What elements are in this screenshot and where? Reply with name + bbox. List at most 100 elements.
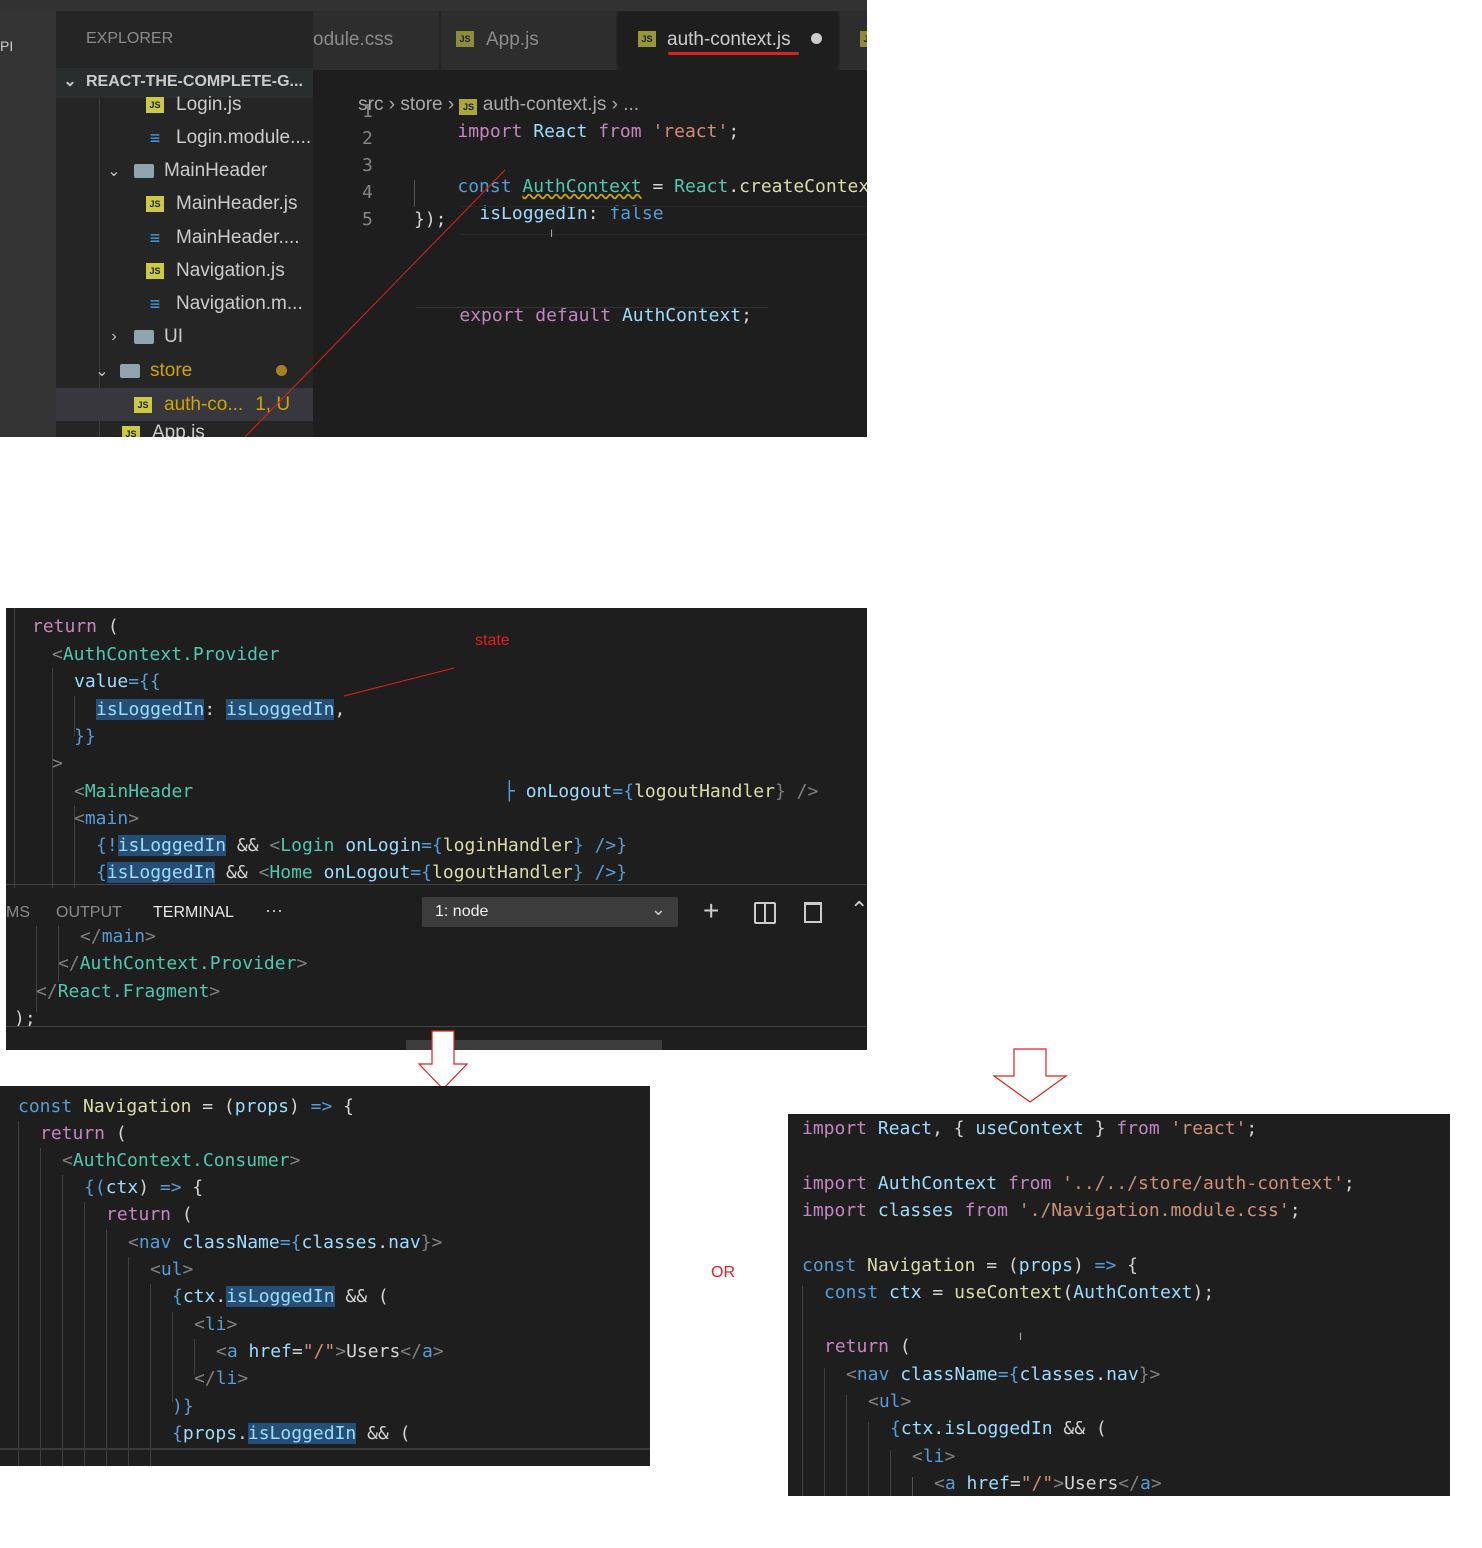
code-line: import AuthContext from '../../store/aut… xyxy=(802,1173,1355,1194)
new-terminal-plus-icon[interactable]: + xyxy=(703,897,719,925)
code-line: </li> xyxy=(194,1368,248,1389)
code-token: "/" xyxy=(1020,1473,1054,1494)
code-token: nav xyxy=(138,1232,172,1253)
panel-tab-terminal[interactable]: TERMINAL xyxy=(153,904,234,922)
code-token: AuthContext xyxy=(877,1173,998,1194)
code-token: props xyxy=(234,1096,289,1117)
code-line: <nav className={classes.nav}> xyxy=(128,1232,442,1253)
code-token: ( xyxy=(105,1123,127,1144)
code-token: a xyxy=(1139,1473,1151,1494)
indent-guide xyxy=(802,1286,803,1496)
more-actions-icon[interactable]: ··· xyxy=(265,900,283,921)
terminal-select-value: 1: node xyxy=(435,903,489,920)
indent-guide xyxy=(172,1312,173,1402)
code-token: > xyxy=(1053,1473,1065,1494)
code-token: ) xyxy=(1072,1255,1095,1276)
panel-tab-problems[interactable]: MS xyxy=(6,904,30,922)
panel-divider xyxy=(6,1026,867,1027)
code-token: const xyxy=(18,1096,73,1117)
indent-guide xyxy=(150,1284,151,1466)
code-token: . xyxy=(1095,1364,1107,1385)
code-token: from xyxy=(964,1200,1008,1221)
indent-guide xyxy=(824,1368,825,1496)
code-token: ) xyxy=(138,1177,160,1198)
code-token: ctx xyxy=(889,1282,922,1303)
split-terminal-icon[interactable] xyxy=(754,902,776,924)
code-token: isLoggedIn xyxy=(247,1423,357,1444)
code-token: </ xyxy=(194,1368,216,1389)
code-token: && ( xyxy=(356,1423,411,1444)
code-token: li xyxy=(204,1314,227,1335)
code-token: const xyxy=(802,1255,857,1276)
code-token: < xyxy=(62,1150,73,1171)
code-token: props xyxy=(1018,1255,1073,1276)
code-token: ( xyxy=(1062,1282,1074,1303)
code-line: {(ctx) => { xyxy=(84,1177,203,1198)
indent-guide xyxy=(846,1395,847,1496)
code-token: < xyxy=(934,1473,945,1494)
code-token: > xyxy=(226,1314,238,1335)
code-token: && ( xyxy=(334,1286,389,1307)
code-line: )} xyxy=(172,1396,194,1417)
code-line: <AuthContext.Consumer> xyxy=(62,1150,300,1171)
code-token: isLoggedIn xyxy=(944,1418,1053,1439)
code-token: useContext xyxy=(954,1282,1063,1303)
code-token: className xyxy=(182,1232,280,1253)
code-token: } xyxy=(1083,1118,1117,1139)
code-token: import xyxy=(802,1118,868,1139)
or-label: OR xyxy=(711,1264,735,1281)
code-line: {props.isLoggedIn && ( xyxy=(172,1423,410,1444)
code-token: Users xyxy=(346,1341,401,1362)
code-token: = ( xyxy=(975,1255,1019,1276)
code-line: </main> xyxy=(80,926,156,947)
code-token: return xyxy=(40,1123,106,1144)
code-token: 'react' xyxy=(1170,1118,1247,1139)
chevron-up-icon[interactable]: ⌃ xyxy=(850,897,867,923)
panel-divider xyxy=(6,884,867,885)
code-token: > xyxy=(296,953,308,974)
code-line: return ( xyxy=(824,1336,911,1357)
trash-icon[interactable] xyxy=(804,902,822,923)
code-token: { xyxy=(332,1096,355,1117)
code-token: { xyxy=(172,1286,183,1307)
code-line: const ctx = useContext(AuthContext); xyxy=(824,1282,1214,1303)
code-line: <a href="/">Users</a> xyxy=(934,1473,1162,1494)
code-token: return xyxy=(824,1336,890,1357)
code-token: ctx xyxy=(900,1418,934,1439)
code-line: import React, { useContext } from 'react… xyxy=(802,1118,1257,1139)
code-token: </ xyxy=(36,981,58,1002)
indent-guide xyxy=(106,1230,107,1466)
code-token: import xyxy=(802,1173,868,1194)
chevron-down-icon: ⌄ xyxy=(650,899,666,919)
code-token: a xyxy=(421,1341,433,1362)
text-cursor-icon: I xyxy=(1019,1331,1023,1343)
code-token: </ xyxy=(1118,1473,1140,1494)
code-token: . xyxy=(215,1286,227,1307)
code-token: props xyxy=(182,1423,238,1444)
code-token: ( xyxy=(889,1336,911,1357)
code-token: { xyxy=(1116,1255,1139,1276)
usecontext-code-screenshot: import React, { useContext } from 'react… xyxy=(788,1114,1450,1496)
terminal-select[interactable]: 1: node ⌄ xyxy=(422,897,678,927)
code-token: "/" xyxy=(302,1341,336,1362)
panel-tab-output[interactable]: OUTPUT xyxy=(56,904,122,922)
code-line: return ( xyxy=(40,1123,127,1144)
code-token: > xyxy=(145,926,156,947)
code-token: href xyxy=(966,1473,1010,1494)
code-token: a xyxy=(944,1473,956,1494)
code-token: nav xyxy=(1106,1364,1139,1385)
code-token: nav xyxy=(388,1232,421,1253)
code-token: React xyxy=(877,1118,933,1139)
code-token: </ xyxy=(400,1341,422,1362)
code-token: ) xyxy=(288,1096,311,1117)
code-token: useContext xyxy=(975,1118,1084,1139)
down-arrow-left-icon xyxy=(417,1030,469,1090)
code-token: React.Fragment xyxy=(57,981,210,1002)
code-line: <ul> xyxy=(868,1391,911,1412)
indent-guide xyxy=(868,1422,869,1496)
code-token: ( xyxy=(171,1204,193,1225)
